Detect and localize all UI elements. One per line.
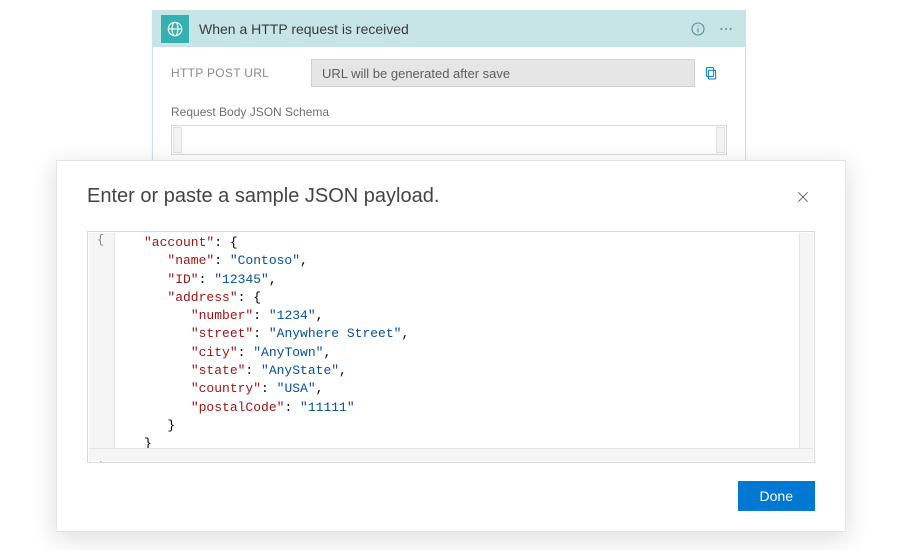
sample-json-modal: Enter or paste a sample JSON payload. { …: [56, 160, 846, 532]
modal-footer: Done: [87, 481, 815, 511]
json-payload-text[interactable]: "account": { "name": "Contoso", "ID": "1…: [116, 232, 798, 448]
modal-header: Enter or paste a sample JSON payload.: [87, 185, 815, 209]
horizontal-scrollbar[interactable]: [89, 448, 813, 461]
trigger-header: When a HTTP request is received: [153, 11, 745, 47]
editor-gutter: { }: [89, 233, 115, 448]
post-url-label: HTTP POST URL: [171, 66, 311, 80]
vertical-scrollbar[interactable]: [799, 233, 813, 448]
json-payload-editor[interactable]: { } "account": { "name": "Contoso", "ID"…: [87, 231, 815, 463]
close-button[interactable]: [791, 185, 815, 209]
copy-url-button[interactable]: [695, 59, 727, 87]
http-trigger-card: When a HTTP request is received HTTP POS…: [152, 10, 746, 172]
more-icon[interactable]: [715, 18, 737, 40]
schema-label: Request Body JSON Schema: [171, 105, 727, 119]
http-globe-icon: [161, 15, 189, 43]
json-schema-textarea[interactable]: [171, 125, 727, 155]
done-button[interactable]: Done: [738, 481, 815, 511]
post-url-field: URL will be generated after save: [311, 59, 695, 87]
trigger-title: When a HTTP request is received: [199, 21, 681, 37]
modal-title: Enter or paste a sample JSON payload.: [87, 185, 791, 208]
post-url-row: HTTP POST URL URL will be generated afte…: [171, 59, 727, 87]
info-icon[interactable]: [687, 18, 709, 40]
trigger-body: HTTP POST URL URL will be generated afte…: [153, 47, 745, 171]
